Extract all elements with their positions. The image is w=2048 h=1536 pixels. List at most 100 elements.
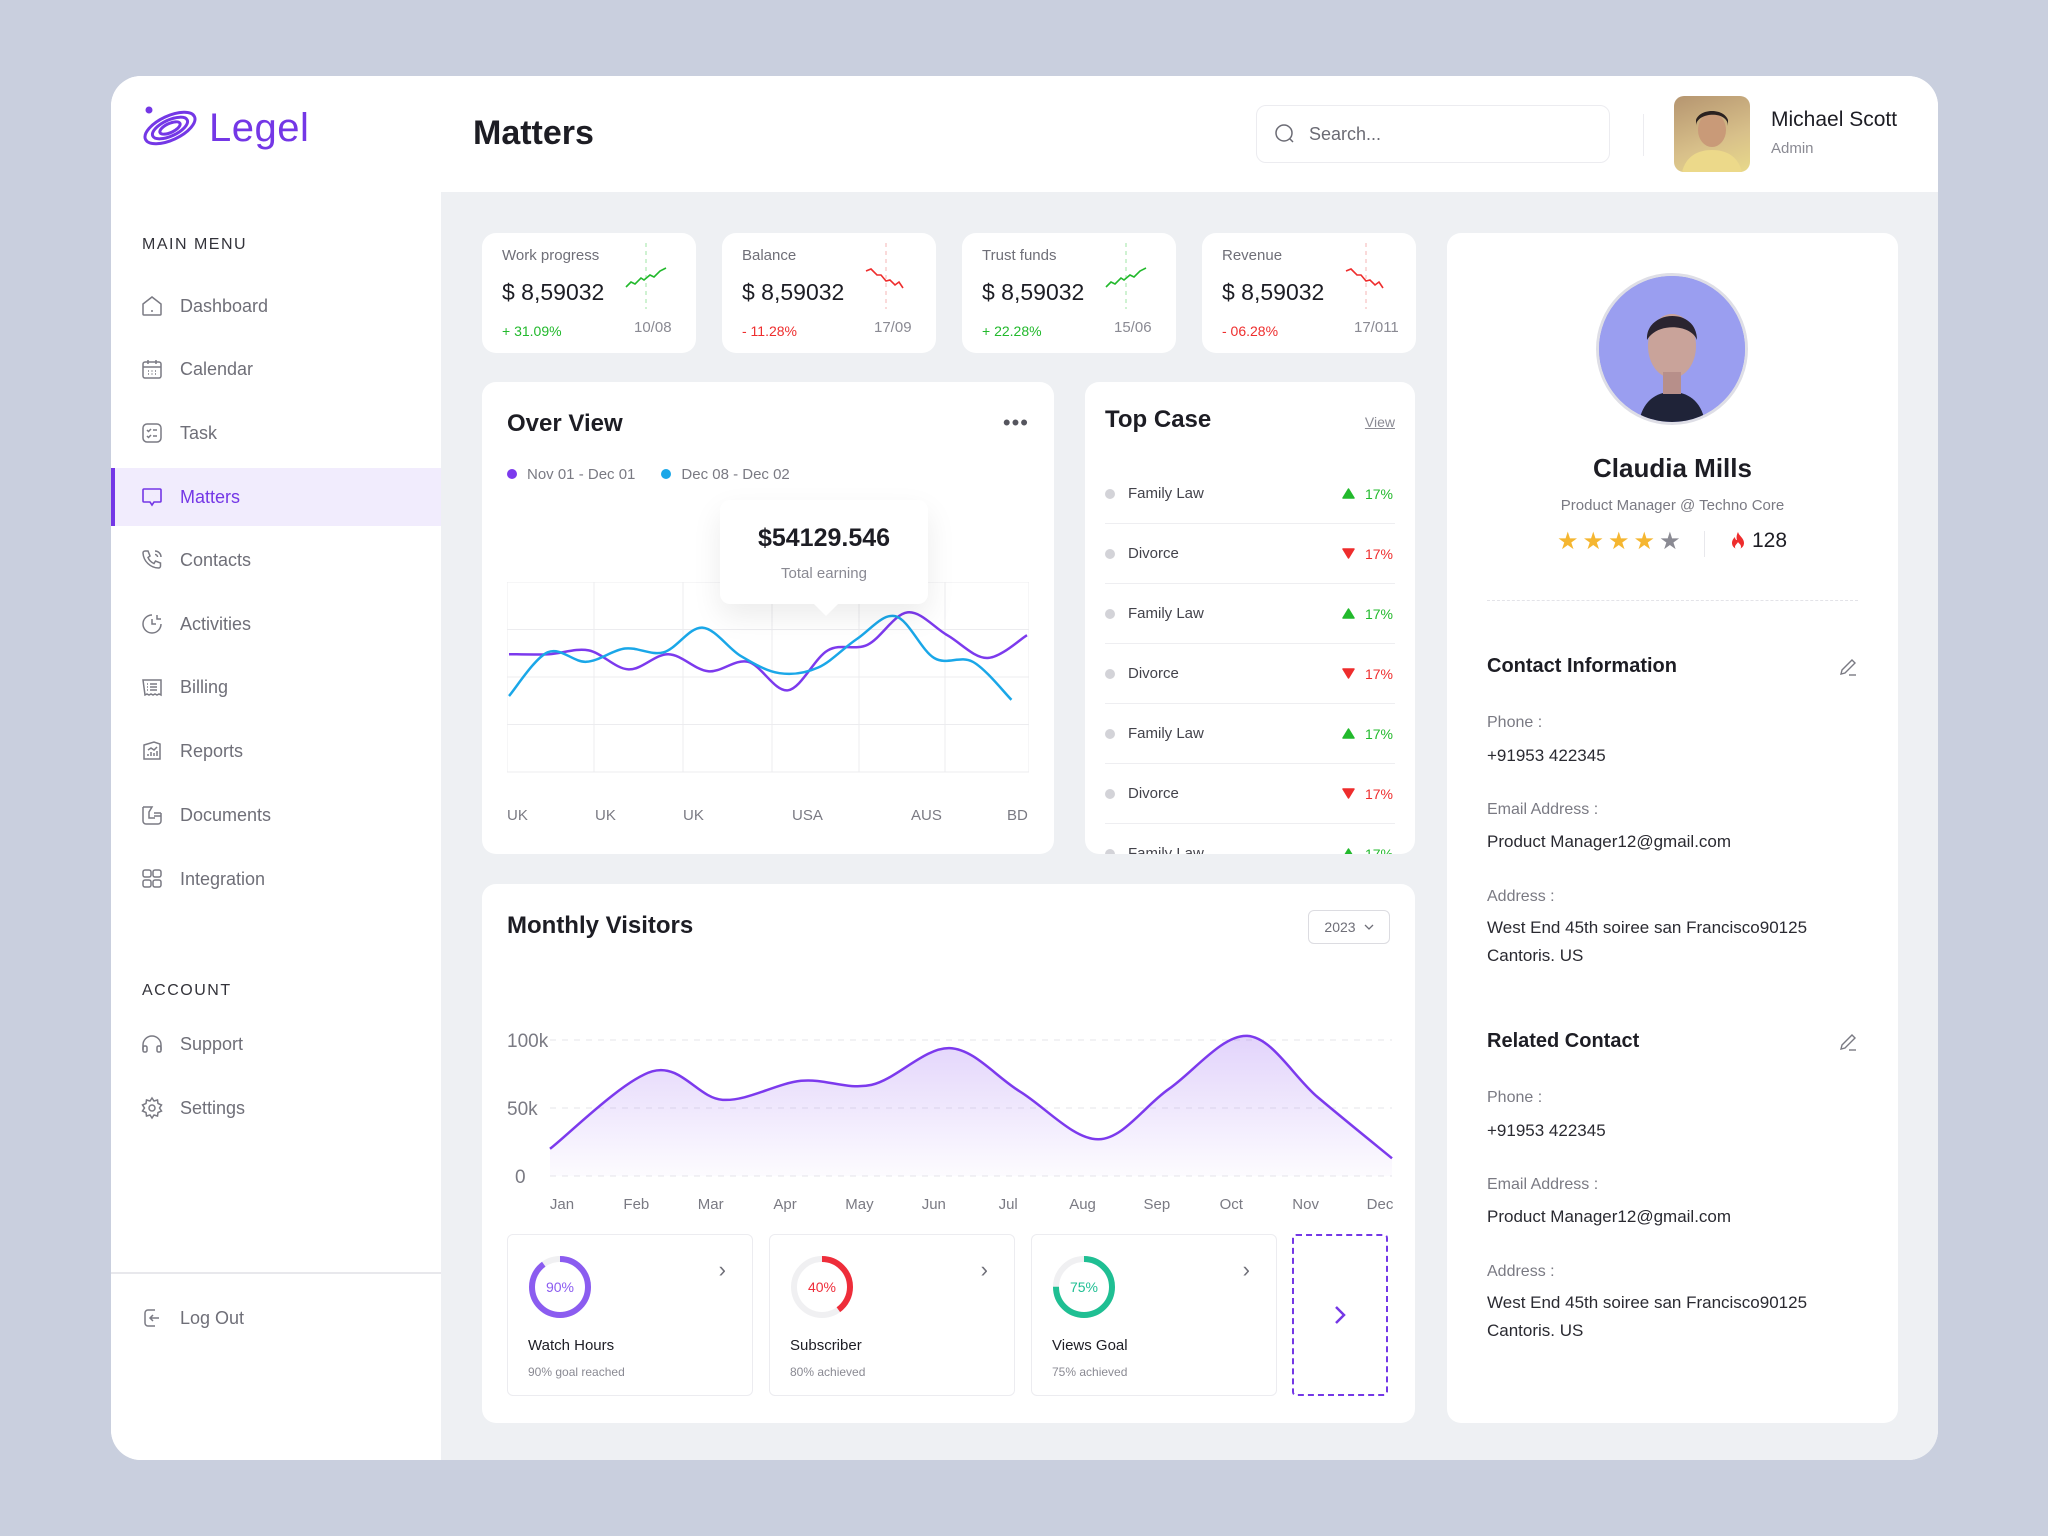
x-tick-label: AUS xyxy=(911,807,942,824)
stat-date: 15/06 xyxy=(1114,319,1152,336)
ring-label: 90% xyxy=(546,1279,574,1295)
sidebar-divider xyxy=(111,1272,441,1274)
sidebar-item-contacts[interactable]: Contacts xyxy=(111,531,441,589)
grid-icon xyxy=(142,869,162,888)
x-tick-label: Jan xyxy=(550,1196,574,1213)
profile-divider xyxy=(1487,600,1858,601)
orbit-logo-icon xyxy=(143,106,197,146)
star-icon: ★ xyxy=(1633,528,1656,555)
stat-change: + 31.09% xyxy=(502,323,562,339)
y-tick-label: 0 xyxy=(515,1167,526,1188)
sidebar-item-matters[interactable]: Matters xyxy=(111,468,441,526)
logout-button[interactable]: Log Out xyxy=(111,1289,441,1347)
goal-card-watch-hours[interactable]: 90% › Watch Hours 90% goal reached xyxy=(507,1234,753,1396)
user-role: Admin xyxy=(1771,140,1814,157)
sidebar-item-task[interactable]: Task xyxy=(111,404,441,462)
stat-date: 17/09 xyxy=(874,319,912,336)
email-value[interactable]: Product Manager12@gmail.com xyxy=(1487,828,1731,856)
goal-card-subscriber[interactable]: 40% › Subscriber 80% achieved xyxy=(769,1234,1015,1396)
x-tick-label: USA xyxy=(792,807,823,824)
case-row[interactable]: Divorce 17% xyxy=(1105,764,1395,824)
logout-label: Log Out xyxy=(180,1307,245,1328)
profile-card: Claudia Mills Product Manager @ Techno C… xyxy=(1447,233,1898,1423)
star-rating: ★ ★ ★ ★ ★ xyxy=(1557,527,1681,556)
sidebar-item-integration[interactable]: Integration xyxy=(111,850,441,908)
case-change: 17% xyxy=(1364,665,1393,682)
top-header: Matters Michael Scott Admin xyxy=(441,76,1938,192)
goal-title: Views Goal xyxy=(1052,1337,1128,1354)
sidebar-item-calendar[interactable]: Calendar xyxy=(111,340,441,398)
monthly-visitors-chart: 0 50k 100k Jan Feb Mar Apr May Jun Jul Aug Sep Oct No… xyxy=(507,1031,1394,1213)
score-value: 128 xyxy=(1752,529,1788,552)
sidebar-item-settings[interactable]: Settings xyxy=(111,1079,441,1137)
user-avatar[interactable] xyxy=(1674,96,1750,172)
edit-pencil-icon[interactable] xyxy=(1838,1032,1858,1052)
case-row[interactable]: Family Law 17% xyxy=(1105,464,1395,524)
search-box[interactable] xyxy=(1256,105,1610,163)
more-horizontal-icon[interactable]: ••• xyxy=(1003,410,1029,436)
stat-card-balance[interactable]: Balance $ 8,59032 - 11.28% 17/09 xyxy=(722,233,936,353)
chevron-right-icon[interactable]: › xyxy=(1243,1257,1250,1283)
chevron-right-icon[interactable]: › xyxy=(981,1257,988,1283)
address-line-2: Cantoris. US xyxy=(1487,946,1584,965)
phone-icon xyxy=(142,550,162,569)
year-select[interactable]: 2023 xyxy=(1308,910,1390,944)
case-row[interactable]: Divorce 17% xyxy=(1105,644,1395,704)
sidebar-item-label: Task xyxy=(180,422,218,443)
chevron-right-icon xyxy=(1335,1306,1346,1324)
clock-icon xyxy=(142,614,162,634)
sidebar-item-label: Dashboard xyxy=(180,295,269,316)
sidebar-item-dashboard[interactable]: Dashboard xyxy=(111,277,441,335)
stat-card-work-progress[interactable]: Work progress $ 8,59032 + 31.09% 10/08 xyxy=(482,233,696,353)
profile-score: 128 xyxy=(1730,529,1787,553)
case-row[interactable]: Family Law 17% xyxy=(1105,704,1395,764)
sidebar-item-support[interactable]: Support xyxy=(111,1015,441,1073)
brand-logo[interactable]: Legel xyxy=(141,104,309,152)
legend-item[interactable]: Nov 01 - Dec 01 xyxy=(507,466,635,483)
stat-date: 10/08 xyxy=(634,319,672,336)
main-content: Work progress $ 8,59032 + 31.09% 10/08 B… xyxy=(441,192,1938,1460)
bullet xyxy=(1105,608,1115,619)
sidebar-item-documents[interactable]: Documents xyxy=(111,786,441,844)
logout-icon xyxy=(144,1309,159,1327)
tooltip-label: Total earning xyxy=(781,565,867,582)
sidebar-item-billing[interactable]: Billing xyxy=(111,658,441,716)
task-list-icon xyxy=(142,423,162,443)
case-row[interactable]: Divorce 17% xyxy=(1105,524,1395,584)
sidebar-item-activities[interactable]: Activities xyxy=(111,595,441,653)
sidebar-item-label: Activities xyxy=(180,613,252,634)
case-trend: 17% xyxy=(1342,845,1393,855)
search-input[interactable] xyxy=(1309,123,1589,145)
x-tick-label: Aug xyxy=(1069,1196,1096,1213)
email-label: Email Address : xyxy=(1487,1176,1599,1193)
phone-value: +91953 422345 xyxy=(1487,1121,1606,1140)
sidebar-item-reports[interactable]: Reports xyxy=(111,722,441,780)
stat-label: Trust funds xyxy=(982,247,1057,264)
brand-name: Legel xyxy=(209,105,310,150)
profile-avatar[interactable] xyxy=(1596,273,1748,425)
edit-pencil-icon[interactable] xyxy=(1838,657,1858,677)
view-all-link[interactable]: View xyxy=(1365,414,1395,430)
progress-ring: 40% xyxy=(791,1256,853,1318)
stat-card-revenue[interactable]: Revenue $ 8,59032 - 06.28% 17/011 xyxy=(1202,233,1416,353)
phone-value: +91953 422345 xyxy=(1487,746,1606,765)
case-name: Family Law xyxy=(1128,845,1204,854)
goal-subtitle: 80% achieved xyxy=(790,1365,866,1379)
case-change: 17% xyxy=(1364,485,1393,502)
sidebar-item-label: Reports xyxy=(180,740,244,761)
case-row[interactable]: Family Law 17% xyxy=(1105,584,1395,644)
legend-label: Nov 01 - Dec 01 xyxy=(527,466,636,483)
legend-item[interactable]: Dec 08 - Dec 02 xyxy=(661,466,790,483)
case-change: 17% xyxy=(1364,845,1393,855)
case-row[interactable]: Family Law 17% xyxy=(1105,824,1395,854)
chevron-down-icon xyxy=(1364,924,1374,930)
stat-change: + 22.28% xyxy=(982,323,1042,339)
related-contact-title: Related Contact xyxy=(1487,1030,1640,1052)
star-icon: ★ xyxy=(1659,528,1681,555)
more-goals-button[interactable] xyxy=(1292,1234,1388,1396)
email-value[interactable]: Product Manager12@gmail.com xyxy=(1487,1203,1731,1231)
x-tick-label: Sep xyxy=(1144,1196,1171,1213)
goal-card-views-goal[interactable]: 75% › Views Goal 75% achieved xyxy=(1031,1234,1277,1396)
chevron-right-icon[interactable]: › xyxy=(719,1257,726,1283)
stat-card-trust-funds[interactable]: Trust funds $ 8,59032 + 22.28% 15/06 xyxy=(962,233,1176,353)
